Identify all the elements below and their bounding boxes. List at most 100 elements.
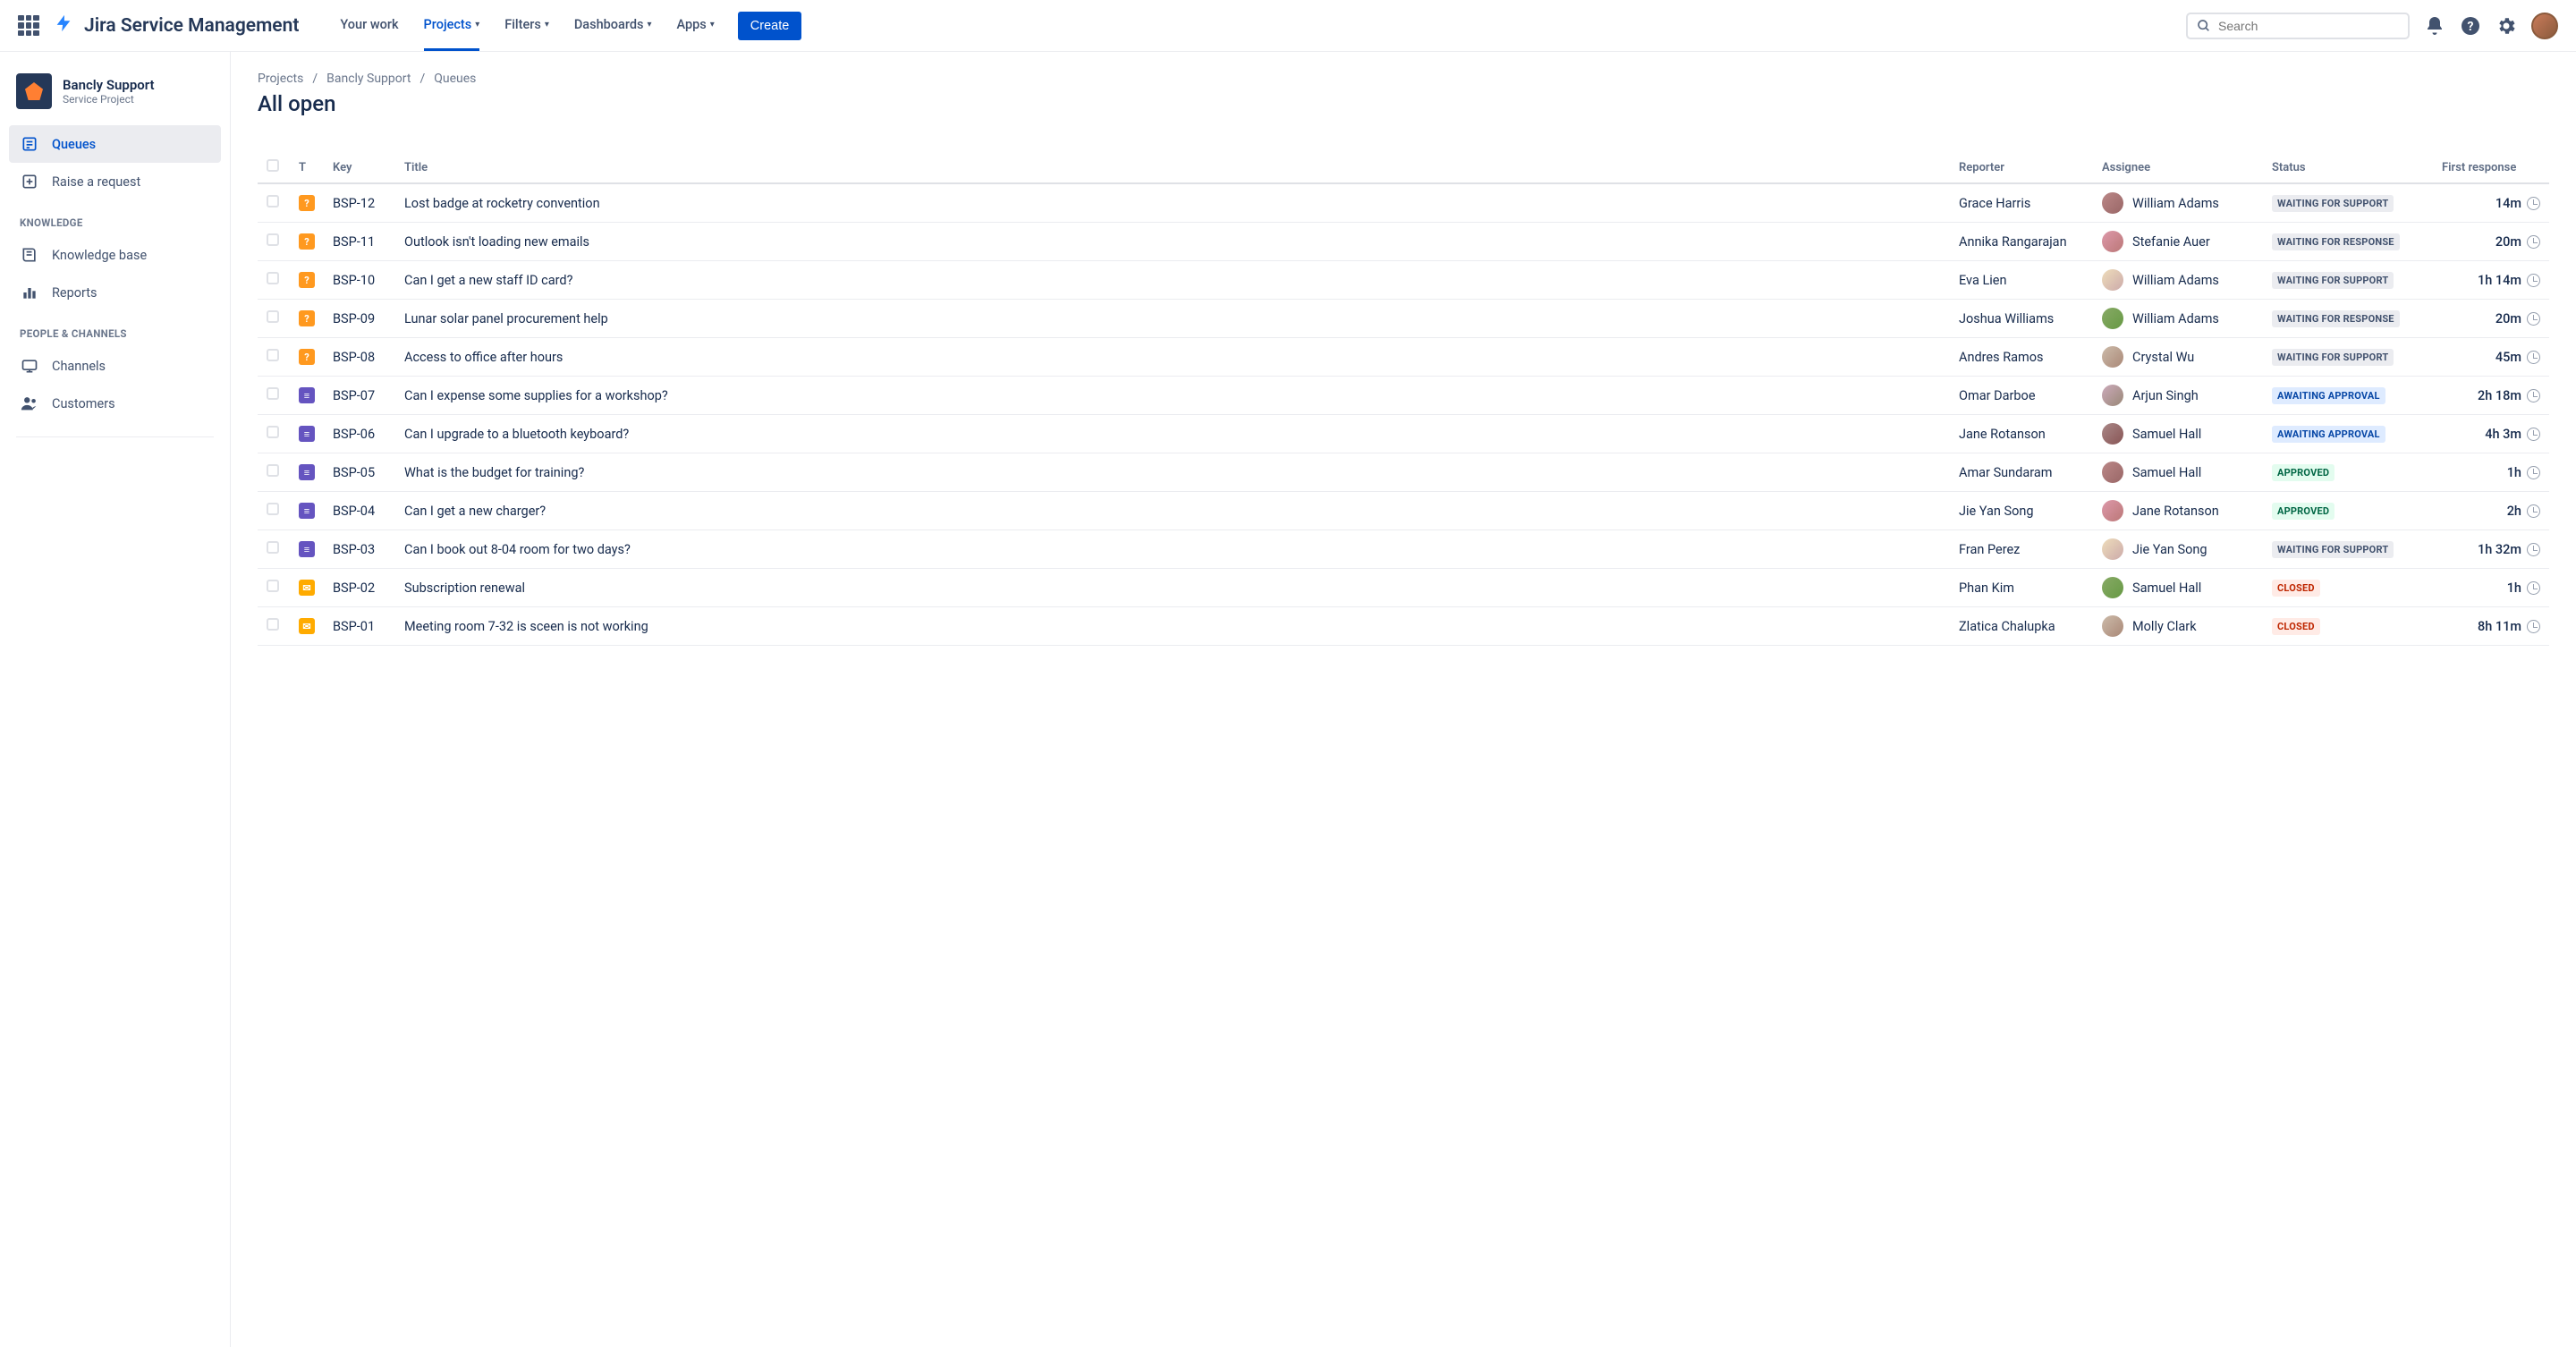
first-response-time: 14m [2496, 196, 2540, 211]
ticket-assignee[interactable]: Stefanie Auer [2102, 231, 2254, 252]
ticket-title[interactable]: Can I book out 8-04 room for two days? [395, 530, 1950, 569]
table-row[interactable]: ✉ BSP-02 Subscription renewal Phan Kim S… [258, 569, 2549, 607]
ticket-key[interactable]: BSP-11 [324, 223, 395, 261]
row-checkbox[interactable] [267, 580, 279, 592]
sidebar-item-knowledge-base[interactable]: Knowledge base [9, 236, 221, 274]
ticket-title[interactable]: Access to office after hours [395, 338, 1950, 377]
ticket-key[interactable]: BSP-10 [324, 261, 395, 300]
table-row[interactable]: ? BSP-12 Lost badge at rocketry conventi… [258, 183, 2549, 223]
ticket-title[interactable]: Lost badge at rocketry convention [395, 183, 1950, 223]
sidebar-item-raise-request[interactable]: Raise a request [9, 163, 221, 200]
clock-icon [2527, 543, 2540, 556]
ticket-title[interactable]: Outlook isn't loading new emails [395, 223, 1950, 261]
avatar [2102, 192, 2123, 214]
table-row[interactable]: ≡ BSP-07 Can I expense some supplies for… [258, 377, 2549, 415]
table-row[interactable]: ≡ BSP-05 What is the budget for training… [258, 453, 2549, 492]
ticket-assignee[interactable]: Samuel Hall [2102, 423, 2254, 445]
ticket-assignee[interactable]: Jane Rotanson [2102, 500, 2254, 521]
nav-your-work[interactable]: Your work [340, 1, 398, 51]
row-checkbox[interactable] [267, 310, 279, 323]
table-row[interactable]: ? BSP-11 Outlook isn't loading new email… [258, 223, 2549, 261]
row-checkbox[interactable] [267, 272, 279, 284]
ticket-assignee[interactable]: Samuel Hall [2102, 577, 2254, 598]
table-row[interactable]: ? BSP-09 Lunar solar panel procurement h… [258, 300, 2549, 338]
status-badge: AWAITING APPROVAL [2272, 426, 2385, 443]
notifications-icon[interactable] [2424, 15, 2445, 37]
table-row[interactable]: ≡ BSP-06 Can I upgrade to a bluetooth ke… [258, 415, 2549, 453]
issue-type-icon: ≡ [299, 387, 315, 403]
select-all-checkbox[interactable] [267, 159, 279, 172]
row-checkbox[interactable] [267, 464, 279, 477]
ticket-key[interactable]: BSP-05 [324, 453, 395, 492]
sidebar-section-knowledge: KNOWLEDGE [9, 200, 221, 236]
ticket-key[interactable]: BSP-03 [324, 530, 395, 569]
clock-icon [2527, 389, 2540, 402]
ticket-assignee[interactable]: William Adams [2102, 308, 2254, 329]
user-avatar[interactable] [2531, 13, 2558, 39]
help-icon[interactable]: ? [2460, 15, 2481, 37]
create-button[interactable]: Create [738, 12, 802, 40]
col-status[interactable]: Status [2263, 152, 2433, 183]
search-input-wrapper[interactable] [2186, 13, 2410, 39]
table-row[interactable]: ? BSP-08 Access to office after hours An… [258, 338, 2549, 377]
ticket-assignee[interactable]: Crystal Wu [2102, 346, 2254, 368]
ticket-key[interactable]: BSP-06 [324, 415, 395, 453]
row-checkbox[interactable] [267, 195, 279, 208]
ticket-key[interactable]: BSP-09 [324, 300, 395, 338]
nav-dashboards[interactable]: Dashboards▾ [574, 1, 652, 51]
ticket-key[interactable]: BSP-04 [324, 492, 395, 530]
breadcrumb-project[interactable]: Bancly Support [326, 72, 411, 86]
ticket-key[interactable]: BSP-08 [324, 338, 395, 377]
ticket-key[interactable]: BSP-01 [324, 607, 395, 646]
col-key[interactable]: Key [324, 152, 395, 183]
ticket-assignee[interactable]: William Adams [2102, 269, 2254, 291]
ticket-assignee[interactable]: Molly Clark [2102, 615, 2254, 637]
col-first-response[interactable]: First response [2433, 152, 2549, 183]
ticket-title[interactable]: What is the budget for training? [395, 453, 1950, 492]
ticket-title[interactable]: Can I get a new staff ID card? [395, 261, 1950, 300]
ticket-title[interactable]: Meeting room 7-32 is sceen is not workin… [395, 607, 1950, 646]
row-checkbox[interactable] [267, 349, 279, 361]
ticket-title[interactable]: Can I get a new charger? [395, 492, 1950, 530]
sidebar-item-customers[interactable]: Customers [9, 385, 221, 422]
col-title[interactable]: Title [395, 152, 1950, 183]
row-checkbox[interactable] [267, 387, 279, 400]
nav-apps[interactable]: Apps▾ [677, 1, 715, 51]
search-input[interactable] [2218, 19, 2399, 33]
row-checkbox[interactable] [267, 233, 279, 246]
ticket-key[interactable]: BSP-12 [324, 183, 395, 223]
nav-filters[interactable]: Filters▾ [504, 1, 549, 51]
sidebar-item-reports[interactable]: Reports [9, 274, 221, 311]
ticket-key[interactable]: BSP-02 [324, 569, 395, 607]
table-row[interactable]: ? BSP-10 Can I get a new staff ID card? … [258, 261, 2549, 300]
col-reporter[interactable]: Reporter [1950, 152, 2093, 183]
ticket-title[interactable]: Can I upgrade to a bluetooth keyboard? [395, 415, 1950, 453]
sidebar-item-channels[interactable]: Channels [9, 347, 221, 385]
table-row[interactable]: ≡ BSP-04 Can I get a new charger? Jie Ya… [258, 492, 2549, 530]
ticket-title[interactable]: Lunar solar panel procurement help [395, 300, 1950, 338]
settings-icon[interactable] [2496, 15, 2517, 37]
ticket-title[interactable]: Subscription renewal [395, 569, 1950, 607]
first-response-time: 2h [2507, 504, 2540, 519]
row-checkbox[interactable] [267, 541, 279, 554]
app-switcher-icon[interactable] [18, 15, 39, 37]
ticket-assignee[interactable]: Arjun Singh [2102, 385, 2254, 406]
ticket-assignee[interactable]: Samuel Hall [2102, 462, 2254, 483]
row-checkbox[interactable] [267, 618, 279, 631]
col-assignee[interactable]: Assignee [2093, 152, 2263, 183]
breadcrumb-projects[interactable]: Projects [258, 72, 303, 86]
nav-projects[interactable]: Projects▾ [424, 1, 480, 51]
ticket-assignee[interactable]: William Adams [2102, 192, 2254, 214]
breadcrumb-queues[interactable]: Queues [434, 72, 476, 86]
clock-icon [2527, 620, 2540, 633]
clock-icon [2527, 351, 2540, 364]
table-row[interactable]: ≡ BSP-03 Can I book out 8-04 room for tw… [258, 530, 2549, 569]
table-row[interactable]: ✉ BSP-01 Meeting room 7-32 is sceen is n… [258, 607, 2549, 646]
col-type[interactable]: T [290, 152, 324, 183]
ticket-key[interactable]: BSP-07 [324, 377, 395, 415]
row-checkbox[interactable] [267, 426, 279, 438]
sidebar-item-queues[interactable]: Queues [9, 125, 221, 163]
row-checkbox[interactable] [267, 503, 279, 515]
ticket-assignee[interactable]: Jie Yan Song [2102, 538, 2254, 560]
ticket-title[interactable]: Can I expense some supplies for a worksh… [395, 377, 1950, 415]
